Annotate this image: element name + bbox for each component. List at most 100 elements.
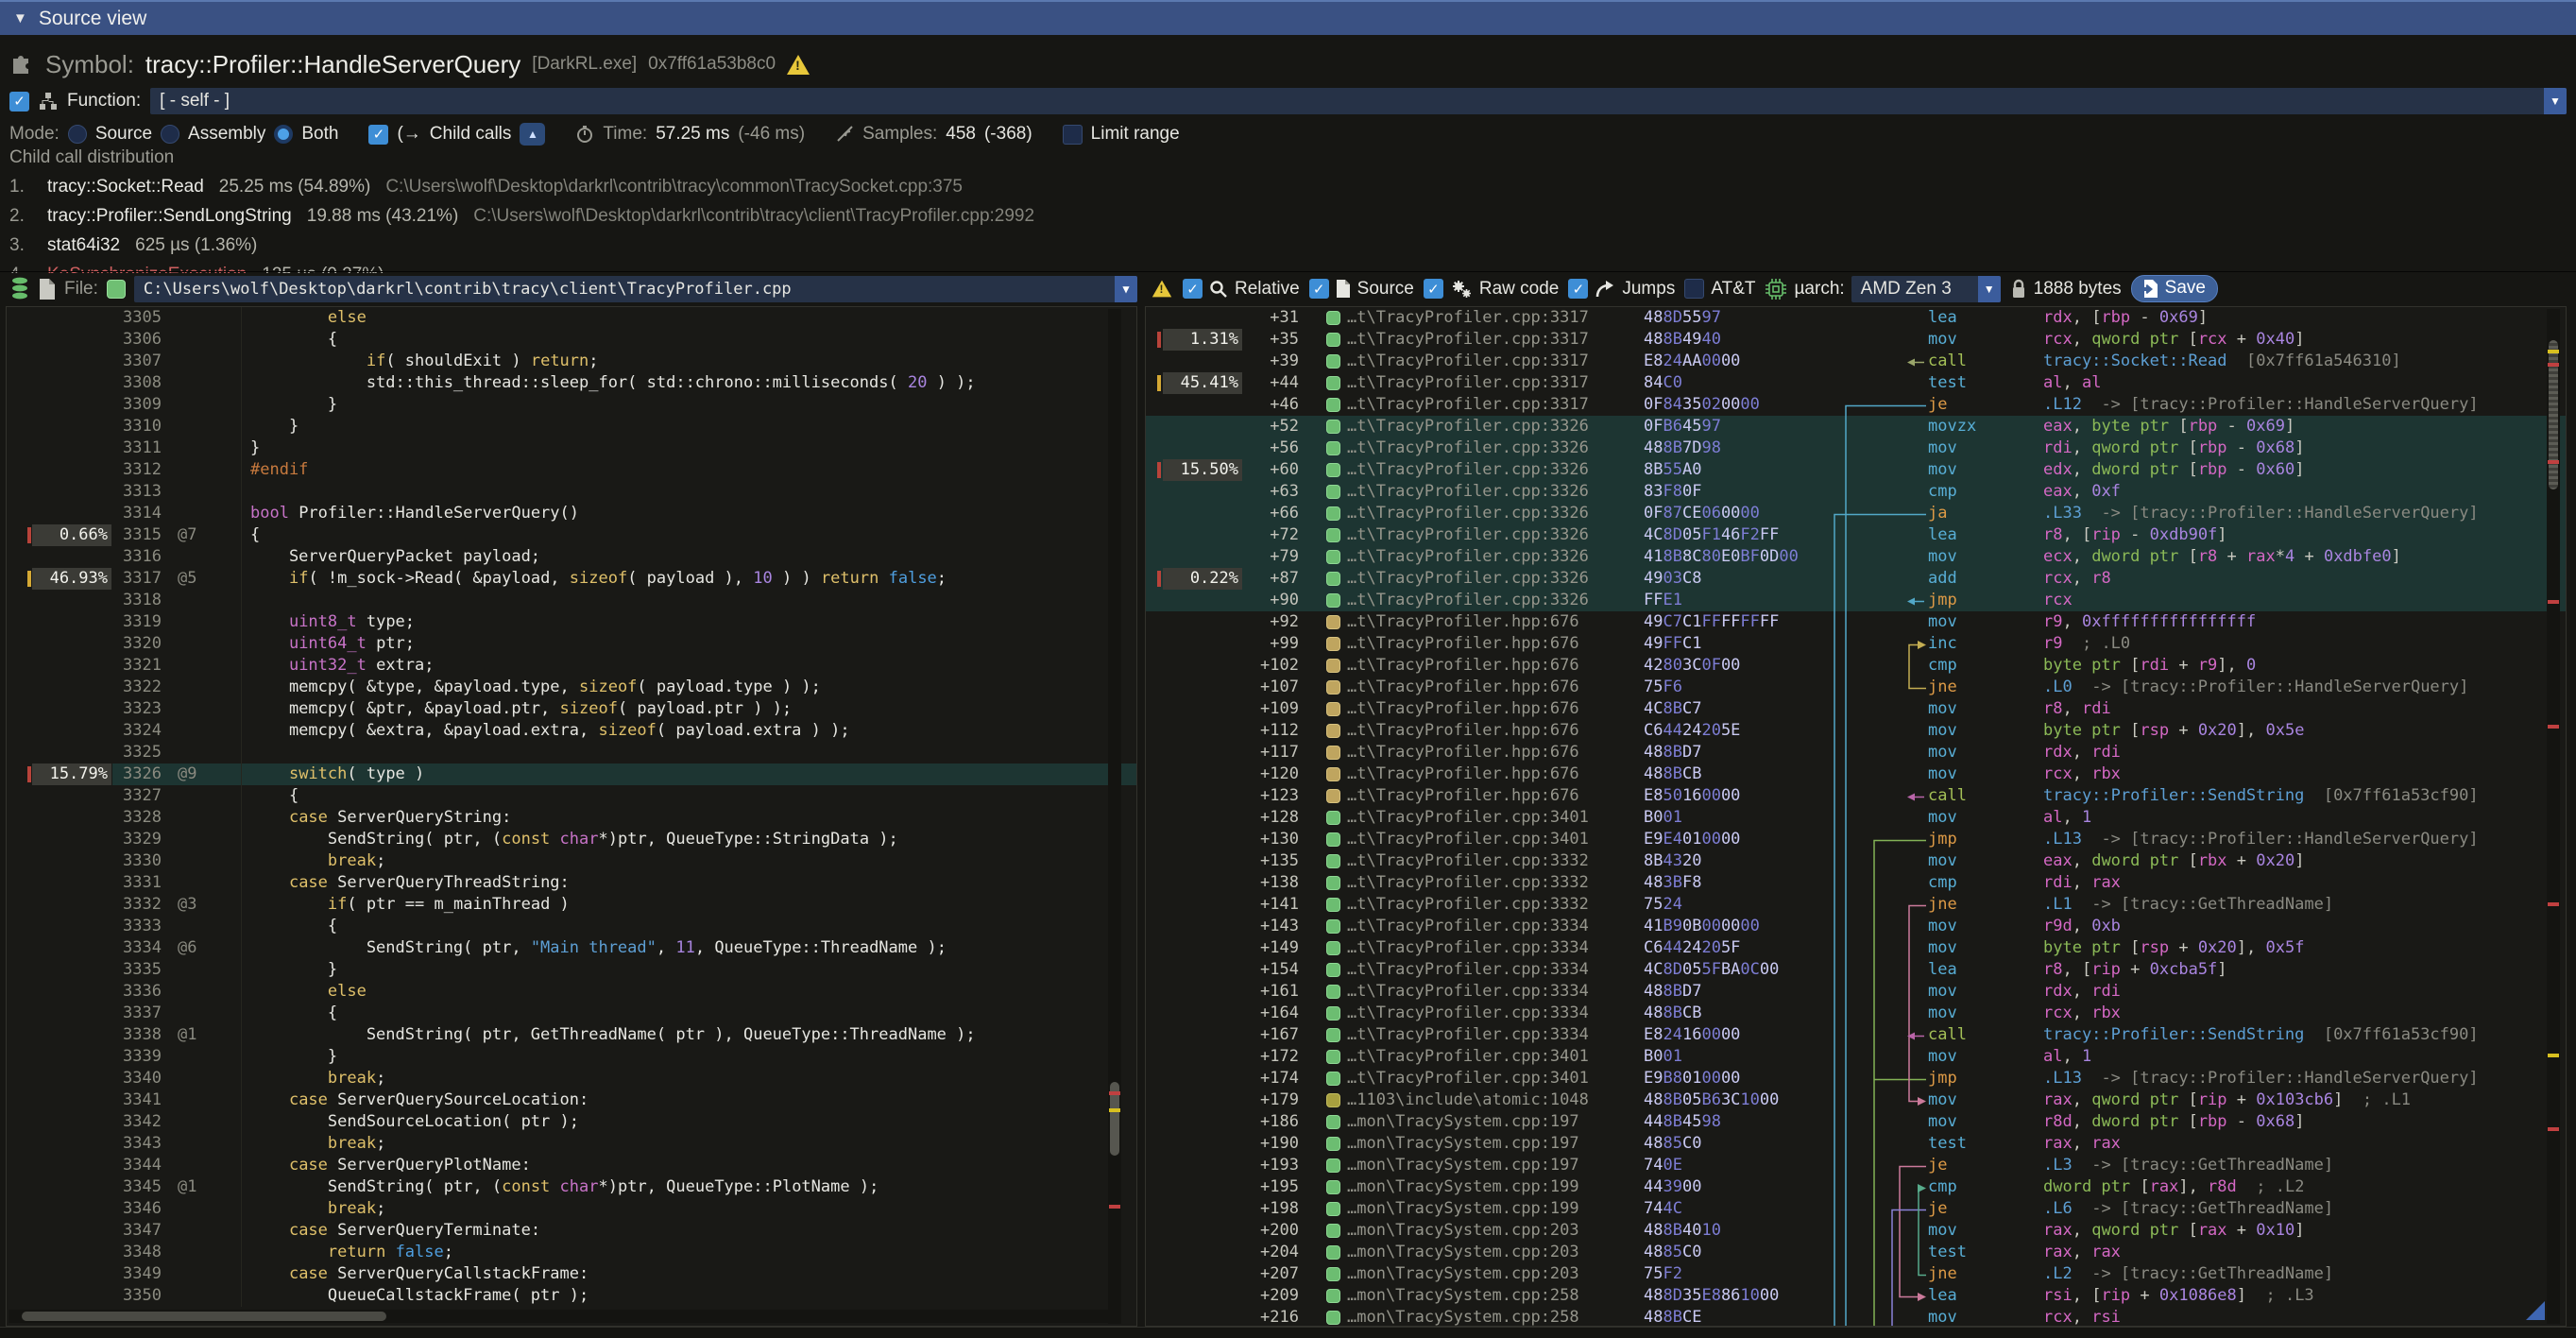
radio-source[interactable] [68, 125, 87, 144]
source-line[interactable]: 3316 ServerQueryPacket payload; [7, 546, 1136, 568]
asm-row[interactable]: +66…t\TracyProfiler.cpp:33260F87CE060000… [1146, 503, 2566, 524]
source-line[interactable]: 3305 else [7, 307, 1136, 329]
source-line[interactable]: 15.79%3326@9 switch( type ) [7, 763, 1136, 785]
source-vscrollbar[interactable] [1108, 309, 1121, 1324]
source-line[interactable]: 3338@1 SendString( ptr, GetThreadName( p… [7, 1024, 1136, 1046]
raw-code-label[interactable]: Raw code [1479, 279, 1560, 300]
resize-handle[interactable] [2526, 1301, 2545, 1320]
asm-row[interactable]: +39…t\TracyProfiler.cpp:3317E824AA0000ca… [1146, 351, 2566, 372]
asm-row[interactable]: +63…t\TracyProfiler.cpp:332683F80Fcmpeax… [1146, 481, 2566, 503]
source-line[interactable]: 3336 else [7, 981, 1136, 1003]
source-line[interactable]: 3349 case ServerQueryCallstackFrame: [7, 1263, 1136, 1285]
asm-row[interactable]: +190…mon\TracySystem.cpp:1974885C0testra… [1146, 1133, 2566, 1155]
asm-row[interactable]: +200…mon\TracySystem.cpp:203488B4010movr… [1146, 1220, 2566, 1242]
asm-row[interactable]: +90…t\TracyProfiler.cpp:3326FFE1jmprcx [1146, 590, 2566, 611]
source-line[interactable]: 3335 } [7, 959, 1136, 981]
radio-source-label[interactable]: Source [95, 124, 152, 145]
relative-checkbox[interactable]: ✓ [1183, 279, 1203, 299]
asm-row[interactable]: +204…mon\TracySystem.cpp:2034885C0testra… [1146, 1242, 2566, 1263]
asm-row[interactable]: +164…t\TracyProfiler.cpp:3334488BCBmovrc… [1146, 1003, 2566, 1024]
source-line[interactable]: 3347 case ServerQueryTerminate: [7, 1220, 1136, 1242]
file-select[interactable]: C:\Users\wolf\Desktop\darkrl\contrib\tra… [134, 276, 1137, 302]
collapse-up-button[interactable]: ▲ [520, 123, 545, 146]
asm-row[interactable]: 15.50%+60…t\TracyProfiler.cpp:33268B55A0… [1146, 459, 2566, 481]
relative-label[interactable]: Relative [1235, 279, 1300, 300]
source-line[interactable]: 3321 uint32_t extra; [7, 655, 1136, 677]
source-line[interactable]: 3320 uint64_t ptr; [7, 633, 1136, 655]
source-line[interactable]: 3311} [7, 437, 1136, 459]
raw-code-checkbox[interactable]: ✓ [1424, 279, 1443, 299]
source-line[interactable]: 3313 [7, 481, 1136, 503]
asm-row[interactable]: +107…t\TracyProfiler.hpp:67675F6jne.L0 -… [1146, 677, 2566, 698]
source-line[interactable]: 3319 uint8_t type; [7, 611, 1136, 633]
source-line[interactable]: 3328 case ServerQueryString: [7, 807, 1136, 829]
titlebar[interactable]: ▼ Source view [0, 0, 2576, 35]
asm-row[interactable]: +138…t\TracyProfiler.cpp:3332483BF8cmprd… [1146, 872, 2566, 894]
source-line[interactable]: 3350 QueueCallstackFrame( ptr ); [7, 1285, 1136, 1307]
source-line[interactable]: 3348 return false; [7, 1242, 1136, 1263]
asm-row[interactable]: +179…1103\include\atomic:1048488B05B63C1… [1146, 1089, 2566, 1111]
asm-row[interactable]: +79…t\TracyProfiler.cpp:3326418B8C80E0BF… [1146, 546, 2566, 568]
asm-row[interactable]: +193…mon\TracySystem.cpp:197740Eje.L3 ->… [1146, 1155, 2566, 1176]
asm-row[interactable]: +154…t\TracyProfiler.cpp:33344C8D055FBA0… [1146, 959, 2566, 981]
source-checkbox[interactable]: ✓ [1309, 279, 1329, 299]
asm-row[interactable]: +117…t\TracyProfiler.hpp:676488BD7movrdx… [1146, 742, 2566, 763]
source-line[interactable]: 3329 SendString( ptr, (const char*)ptr, … [7, 829, 1136, 850]
child-calls-label[interactable]: Child calls [430, 124, 512, 145]
source-line[interactable]: 3325 [7, 742, 1136, 763]
march-select[interactable]: AMD Zen 3 ▼ [1851, 276, 2001, 302]
chevron-down-icon[interactable]: ▼ [1978, 276, 2001, 302]
asm-row[interactable]: 0.22%+87…t\TracyProfiler.cpp:33264903C8a… [1146, 568, 2566, 590]
source-line[interactable]: 3324 memcpy( &extra, &payload.extra, siz… [7, 720, 1136, 742]
source-label[interactable]: Source [1357, 279, 1414, 300]
source-line[interactable]: 3330 break; [7, 850, 1136, 872]
asm-row[interactable]: +172…t\TracyProfiler.cpp:3401B001moval, … [1146, 1046, 2566, 1068]
jumps-checkbox[interactable]: ✓ [1568, 279, 1588, 299]
jumps-label[interactable]: Jumps [1622, 279, 1675, 300]
save-button[interactable]: Save [2131, 275, 2218, 302]
assembly-vscrollbar[interactable] [2547, 309, 2560, 1324]
asm-row[interactable]: +216…mon\TracySystem.cpp:258488BCEmovrcx… [1146, 1307, 2566, 1327]
source-line[interactable]: 3343 break; [7, 1133, 1136, 1155]
asm-row[interactable]: +135…t\TracyProfiler.cpp:33328B4320movea… [1146, 850, 2566, 872]
radio-both-label[interactable]: Both [301, 124, 338, 145]
source-line[interactable]: 3345@1 SendString( ptr, (const char*)ptr… [7, 1176, 1136, 1198]
radio-both[interactable] [274, 125, 293, 144]
asm-row[interactable]: +207…mon\TracySystem.cpp:20375F2jne.L2 -… [1146, 1263, 2566, 1285]
source-line[interactable]: 3337 { [7, 1003, 1136, 1024]
asm-row[interactable]: +149…t\TracyProfiler.cpp:3334C64424205Fm… [1146, 937, 2566, 959]
source-line[interactable]: 3332@3 if( ptr == m_mainThread ) [7, 894, 1136, 916]
chevron-down-icon[interactable]: ▼ [2544, 88, 2567, 114]
chevron-down-icon[interactable]: ▼ [1115, 276, 1137, 302]
asm-row[interactable]: 45.41%+44…t\TracyProfiler.cpp:331784C0te… [1146, 372, 2566, 394]
source-line[interactable]: 3331 case ServerQueryThreadString: [7, 872, 1136, 894]
source-line[interactable]: 3307 if( shouldExit ) return; [7, 351, 1136, 372]
asm-row[interactable]: +102…t\TracyProfiler.hpp:67642803C0F00cm… [1146, 655, 2566, 677]
asm-row[interactable]: +72…t\TracyProfiler.cpp:33264C8D05F146F2… [1146, 524, 2566, 546]
source-line[interactable]: 3339 } [7, 1046, 1136, 1068]
asm-row[interactable]: +141…t\TracyProfiler.cpp:33327524jne.L1 … [1146, 894, 2566, 916]
limit-range-label[interactable]: Limit range [1091, 124, 1180, 145]
asm-row[interactable]: +31…t\TracyProfiler.cpp:3317488D5597lear… [1146, 307, 2566, 329]
source-line[interactable]: 3318 [7, 590, 1136, 611]
source-line[interactable]: 3344 case ServerQueryPlotName: [7, 1155, 1136, 1176]
source-line[interactable]: 3308 std::this_thread::sleep_for( std::c… [7, 372, 1136, 394]
asm-row[interactable]: +198…mon\TracySystem.cpp:199744Cje.L6 ->… [1146, 1198, 2566, 1220]
asm-row[interactable]: +161…t\TracyProfiler.cpp:3334488BD7movrd… [1146, 981, 2566, 1003]
child-calls-checkbox[interactable]: ✓ [368, 125, 388, 145]
source-line[interactable]: 3314bool Profiler::HandleServerQuery() [7, 503, 1136, 524]
asm-row[interactable]: +99…t\TracyProfiler.hpp:67649FFC1incr9 ;… [1146, 633, 2566, 655]
asm-row[interactable]: +46…t\TracyProfiler.cpp:33170F8435020000… [1146, 394, 2566, 416]
asm-row[interactable]: +174…t\TracyProfiler.cpp:3401E9B8010000j… [1146, 1068, 2566, 1089]
asm-row[interactable]: +56…t\TracyProfiler.cpp:3326488B7D98movr… [1146, 437, 2566, 459]
function-select[interactable]: [ - self - ] ▼ [150, 88, 2567, 114]
source-line[interactable]: 3306 { [7, 329, 1136, 351]
asm-row[interactable]: +120…t\TracyProfiler.hpp:676488BCBmovrcx… [1146, 763, 2566, 785]
source-line[interactable]: 3340 break; [7, 1068, 1136, 1089]
asm-row[interactable]: +195…mon\TracySystem.cpp:199443900cmpdwo… [1146, 1176, 2566, 1198]
source-hscrollbar[interactable] [9, 1310, 1117, 1323]
radio-assembly-label[interactable]: Assembly [188, 124, 265, 145]
asm-row[interactable]: +167…t\TracyProfiler.cpp:3334E824160000c… [1146, 1024, 2566, 1046]
collapse-triangle-icon[interactable]: ▼ [13, 10, 27, 26]
source-line[interactable]: 3309 } [7, 394, 1136, 416]
